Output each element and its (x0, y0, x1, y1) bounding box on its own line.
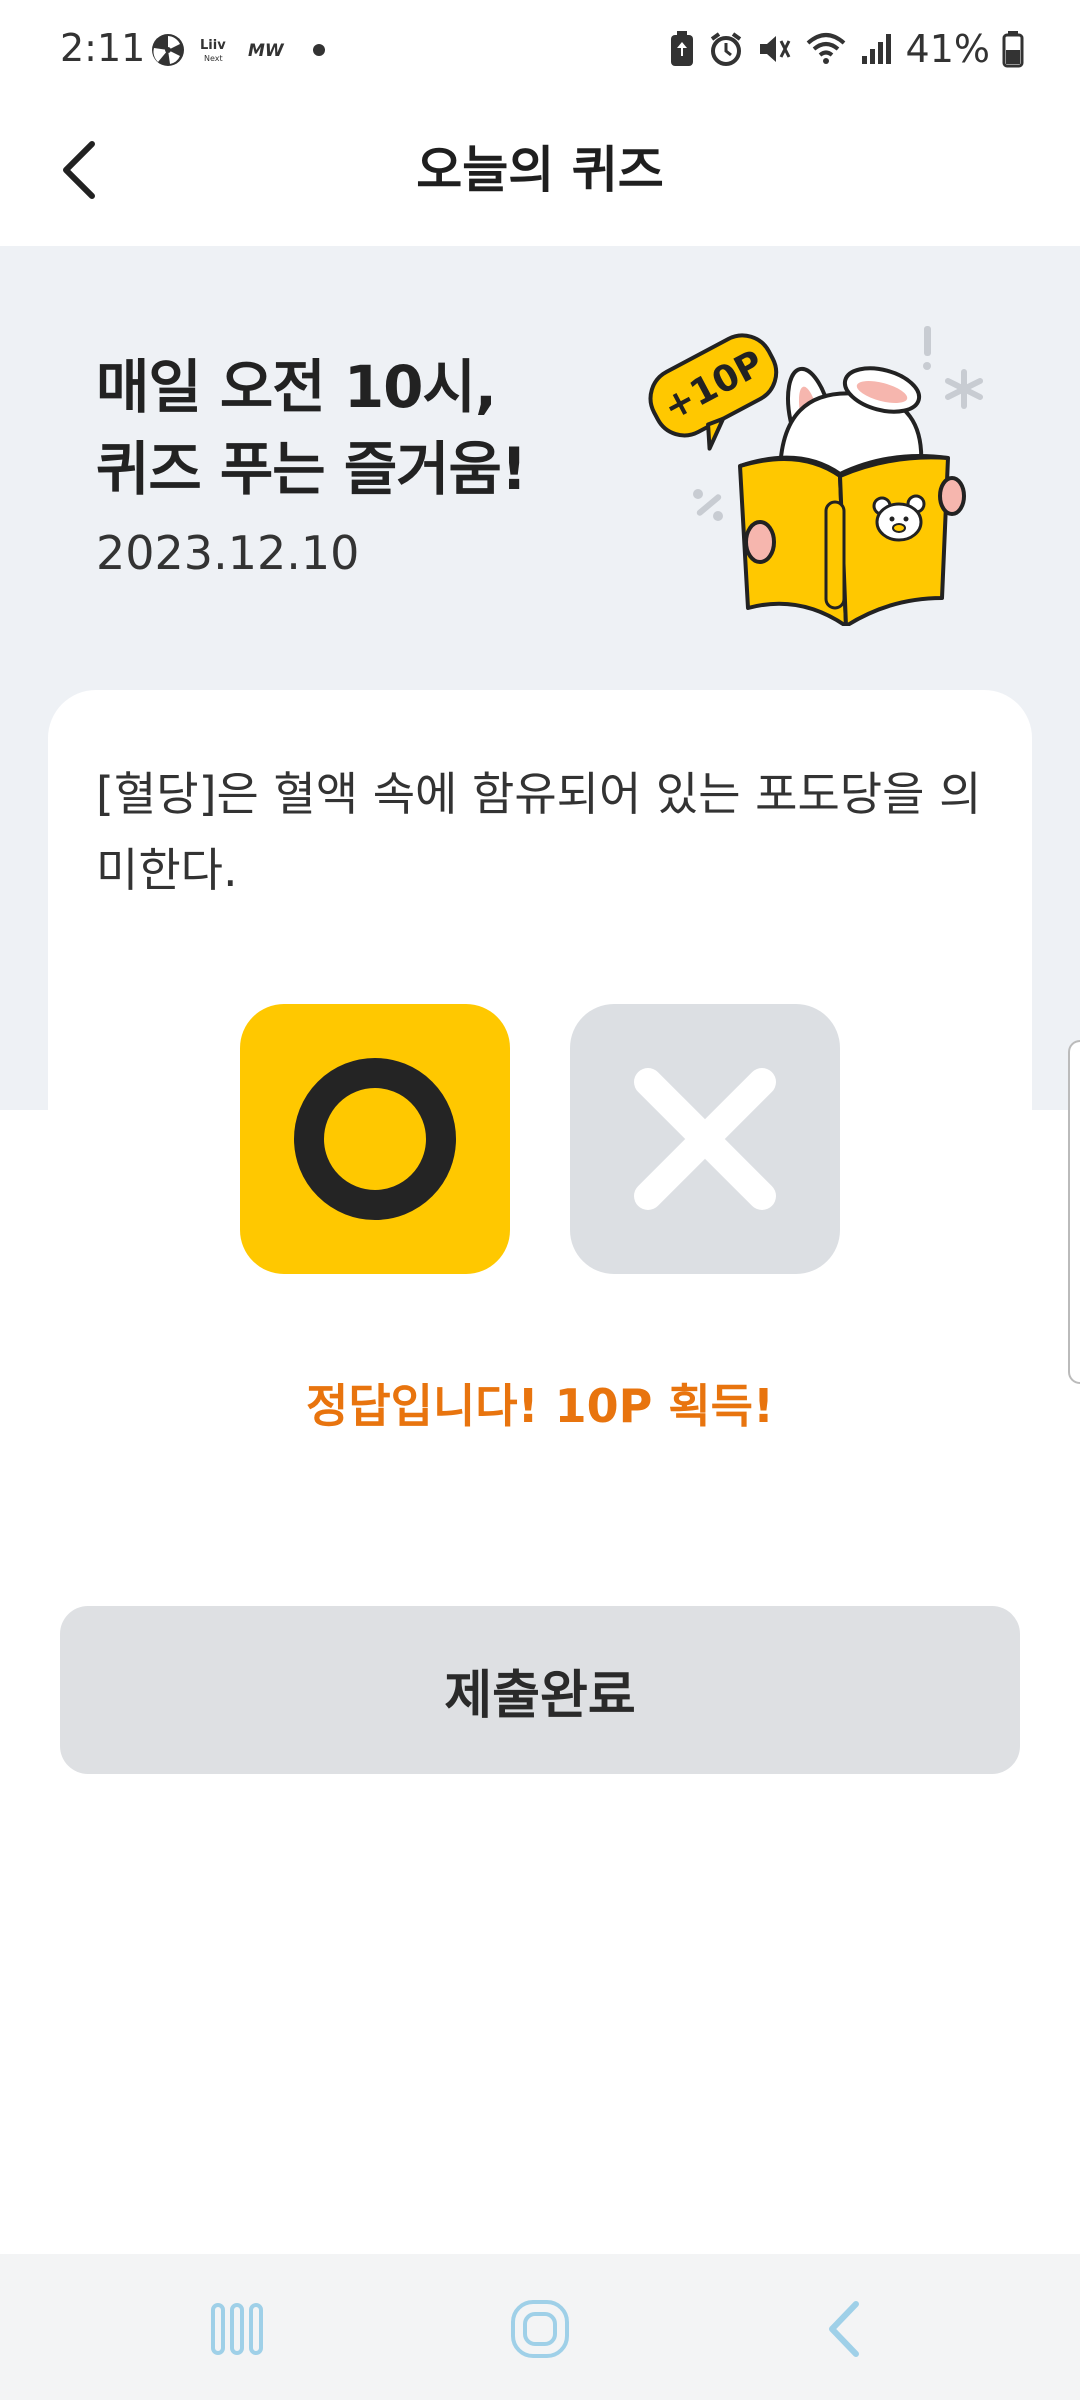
banner-title-line2: 퀴즈 푸는 즐거움! (96, 435, 527, 503)
mw-icon: MW (248, 41, 285, 61)
system-nav-bar (0, 2254, 1080, 2400)
battery-icon (1002, 31, 1024, 68)
signal-icon (861, 34, 891, 64)
home-icon (511, 2300, 569, 2358)
result-message: 정답입니다! 10P 획득! (306, 1379, 774, 1433)
fan-icon (152, 34, 184, 66)
quiz-card: [혈당]은 혈액 속에 함유되어 있는 포도당을 의미한다. 정답입니다! 10… (48, 690, 1032, 1690)
svg-text:MW: MW (248, 41, 285, 61)
alarm-icon (710, 32, 741, 66)
banner-title-line1: 매일 오전 10시, (96, 353, 497, 421)
svg-text:Liiv: Liiv (200, 38, 226, 53)
battery-percent: 41% (905, 27, 990, 71)
rabbit-reading-book-illustration: +10P (648, 326, 983, 626)
status-right-icons: 41% (668, 26, 1024, 72)
status-bar: 2:11 Liiv Next MW 41% (0, 0, 1080, 100)
circle-o-icon (294, 1058, 456, 1220)
dot-icon (313, 44, 325, 56)
submit-complete-button[interactable]: 제출완료 (60, 1606, 1020, 1774)
edge-panel-handle[interactable] (1068, 1040, 1080, 1384)
cross-x-icon (634, 1068, 776, 1210)
answer-o-button[interactable] (240, 1004, 510, 1274)
answer-x-button[interactable] (570, 1004, 840, 1274)
quiz-date: 2023.12.10 (96, 526, 360, 580)
battery-saver-icon (670, 31, 693, 66)
mute-icon (759, 36, 790, 62)
app-header: 오늘의 퀴즈 (0, 100, 1080, 246)
svg-text:Next: Next (204, 54, 223, 63)
recent-apps-icon (211, 2303, 263, 2355)
liiv-next-icon: Liiv Next (200, 38, 226, 63)
page-title: 오늘의 퀴즈 (416, 141, 664, 199)
banner-title: 매일 오전 10시, 퀴즈 푸는 즐거움! (96, 346, 527, 510)
quiz-question: [혈당]은 혈액 속에 함유되어 있는 포도당을 의미한다. (96, 767, 982, 897)
wifi-icon (806, 33, 845, 64)
nav-back-button[interactable] (800, 2294, 890, 2364)
home-button[interactable] (495, 2294, 585, 2364)
status-left-icons: Liiv Next MW (150, 30, 334, 70)
recent-apps-button[interactable] (192, 2294, 282, 2364)
status-time: 2:11 (60, 26, 146, 70)
back-icon (829, 2301, 859, 2357)
